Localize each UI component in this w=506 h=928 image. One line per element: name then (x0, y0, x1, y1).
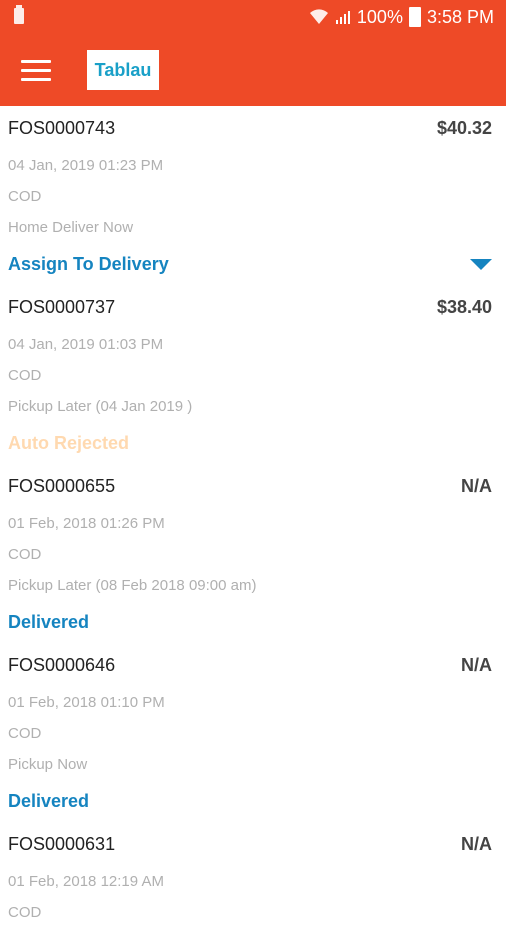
menu-icon[interactable] (14, 52, 58, 88)
order-item[interactable]: FOS0000737 $38.40 04 Jan, 2019 01:03 PM COD… (0, 285, 506, 464)
order-datetime: 04 Jan, 2019 01:23 PM (8, 157, 164, 174)
order-datetime: 04 Jan, 2019 01:03 PM (8, 336, 164, 353)
order-delivery: Pickup Later (04 Jan 2019 ) (8, 398, 193, 415)
battery-percent: 100% (356, 7, 403, 27)
order-datetime: 01 Feb, 2018 01:26 PM (8, 515, 165, 532)
order-item[interactable]: FOS0000655 N/A 01 Feb, 2018 01:26 PM COD Pic… (0, 464, 506, 643)
order-item[interactable]: FOS0000646 N/A 01 Feb, 2018 01:10 PM COD Pic… (0, 643, 506, 822)
battery-icon (408, 7, 421, 27)
order-status: Assign To Delivery (8, 243, 492, 285)
order-amount: $40.32 (436, 117, 492, 138)
app-bar: Tablau (0, 34, 506, 106)
order-payment: COD (8, 904, 42, 921)
status-bar-right: 100% 3:58 PM (309, 6, 494, 28)
order-id: FOS0000646 (8, 654, 116, 675)
order-id: FOS0000631 (8, 833, 116, 854)
order-id: FOS0000737 (8, 296, 116, 317)
order-id: FOS0000743 (8, 117, 116, 138)
dropdown-arrow-icon[interactable] (470, 258, 492, 270)
wifi-icon (309, 9, 329, 25)
sd-card-icon (14, 5, 24, 24)
order-header-row: FOS0000743 $40.32 (8, 106, 492, 150)
order-payment: COD (8, 367, 42, 384)
status-bar: 100% 3:58 PM (0, 0, 506, 34)
order-header-row: FOS0000737 $38.40 (8, 285, 492, 329)
order-status: Delivered (8, 780, 492, 822)
order-status-label: Delivered (8, 611, 90, 632)
order-status: Auto Rejected (8, 422, 492, 464)
order-datetime: 01 Feb, 2018 01:10 PM (8, 694, 165, 711)
order-item[interactable]: FOS0000631 N/A 01 Feb, 2018 12:19 AM COD (0, 822, 506, 928)
order-status-label: Assign To Delivery (8, 253, 169, 274)
signal-icon (335, 9, 351, 25)
order-amount: N/A (461, 833, 492, 854)
app-logo: Tablau (87, 50, 159, 90)
order-datetime: 01 Feb, 2018 12:19 AM (8, 873, 164, 890)
clock: 3:58 PM (426, 7, 494, 27)
order-amount: N/A (461, 475, 492, 496)
order-header-row: FOS0000655 N/A (8, 464, 492, 508)
order-status-label: Auto Rejected (8, 432, 130, 453)
order-delivery: Home Deliver Now (8, 219, 134, 236)
order-status-label: Delivered (8, 790, 90, 811)
order-payment: COD (8, 725, 42, 742)
order-delivery: Pickup Now (8, 756, 88, 773)
order-id: FOS0000655 (8, 475, 116, 496)
order-item[interactable]: FOS0000743 $40.32 04 Jan, 2019 01:23 PM COD… (0, 106, 506, 285)
order-delivery: Pickup Later (08 Feb 2018 09:00 am) (8, 577, 257, 594)
order-payment: COD (8, 188, 42, 205)
order-header-row: FOS0000646 N/A (8, 643, 492, 687)
order-list: FOS0000743 $40.32 04 Jan, 2019 01:23 PM COD… (0, 106, 506, 928)
order-header-row: FOS0000631 N/A (8, 822, 492, 866)
order-amount: $38.40 (436, 296, 492, 317)
order-amount: N/A (461, 654, 492, 675)
order-status: Delivered (8, 601, 492, 643)
order-payment: COD (8, 546, 42, 563)
